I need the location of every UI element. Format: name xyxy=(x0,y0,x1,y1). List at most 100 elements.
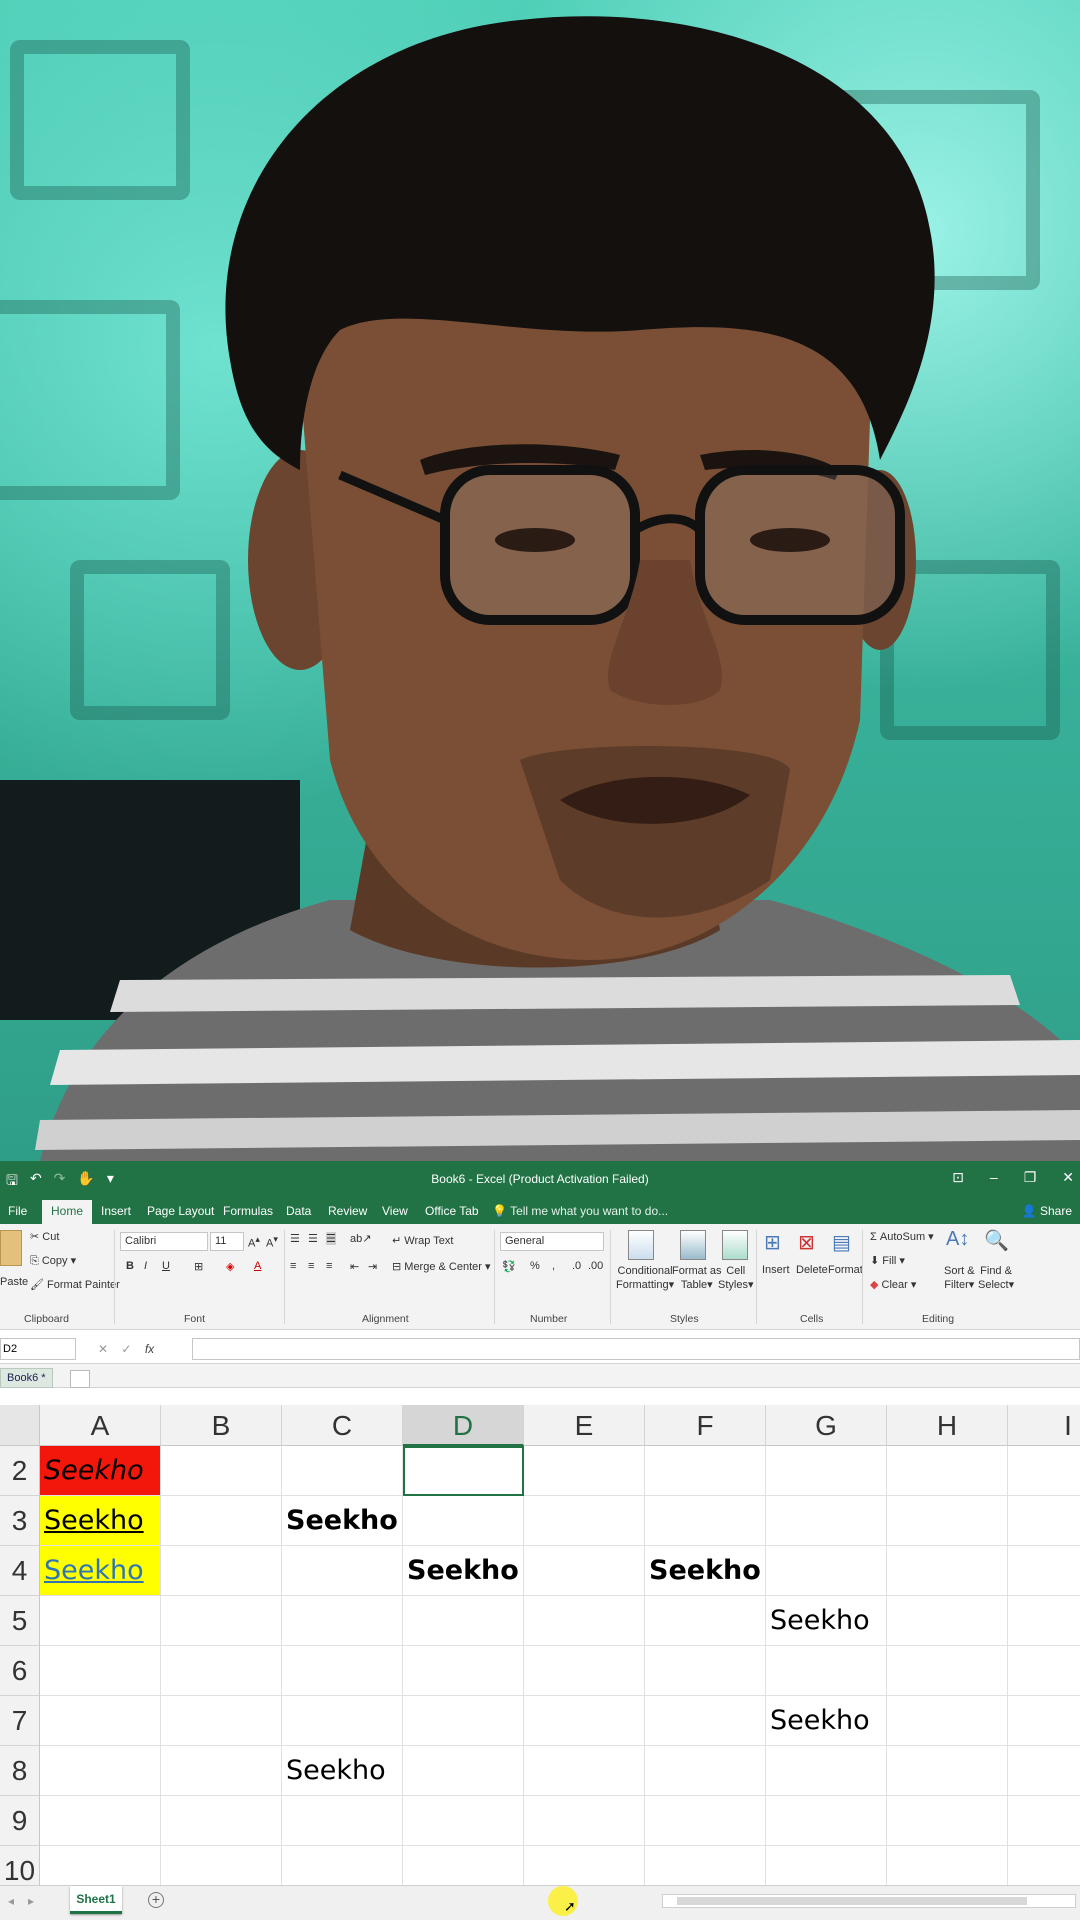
align-top-icon[interactable]: ☰ xyxy=(290,1232,300,1245)
cell-c4[interactable] xyxy=(282,1546,403,1596)
insert-cells-button[interactable]: Insert xyxy=(762,1264,790,1276)
add-sheet-button[interactable]: + xyxy=(148,1892,164,1908)
cell-f3[interactable] xyxy=(645,1496,766,1546)
conditional-formatting-icon[interactable] xyxy=(628,1230,654,1260)
tab-formulas[interactable]: Formulas xyxy=(223,1204,273,1218)
decrease-indent-icon[interactable]: ⇤ xyxy=(350,1260,359,1273)
column-header-f[interactable]: F xyxy=(645,1405,766,1446)
align-left-icon[interactable]: ≡ xyxy=(290,1260,296,1272)
cell-b3[interactable] xyxy=(161,1496,282,1546)
cell-b8[interactable] xyxy=(161,1746,282,1796)
format-as-table-button[interactable]: Format as Table▾ xyxy=(672,1264,722,1292)
cell-g2[interactable] xyxy=(766,1446,887,1496)
cell-g10[interactable] xyxy=(766,1846,887,1885)
cell-g9[interactable] xyxy=(766,1796,887,1846)
cell-g4[interactable] xyxy=(766,1546,887,1596)
cell-e4[interactable] xyxy=(524,1546,645,1596)
cell-e8[interactable] xyxy=(524,1746,645,1796)
restore-icon[interactable]: ❐ xyxy=(1024,1169,1037,1186)
cell-d8[interactable] xyxy=(403,1746,524,1796)
cell-b5[interactable] xyxy=(161,1596,282,1646)
format-as-table-icon[interactable] xyxy=(680,1230,706,1260)
format-cells-icon[interactable]: ▤ xyxy=(832,1230,851,1255)
column-header-a[interactable]: A xyxy=(40,1405,161,1446)
row-header-10[interactable]: 10 xyxy=(0,1846,40,1885)
cell-c6[interactable] xyxy=(282,1646,403,1696)
format-cells-button[interactable]: Format xyxy=(828,1264,863,1276)
column-header-b[interactable]: B xyxy=(161,1405,282,1446)
cell-e5[interactable] xyxy=(524,1596,645,1646)
cell-b10[interactable] xyxy=(161,1846,282,1885)
decrease-decimal-icon[interactable]: .00 xyxy=(588,1260,603,1272)
cell-i8[interactable] xyxy=(1008,1746,1080,1796)
cell-f6[interactable] xyxy=(645,1646,766,1696)
cell-h7[interactable] xyxy=(887,1696,1008,1746)
cell-c3[interactable]: Seekho xyxy=(282,1496,403,1546)
cell-h6[interactable] xyxy=(887,1646,1008,1696)
cell-a4[interactable]: Seekho xyxy=(40,1546,161,1596)
font-name-select[interactable]: Calibri xyxy=(120,1232,208,1251)
tab-data[interactable]: Data xyxy=(286,1204,311,1218)
cell-g6[interactable] xyxy=(766,1646,887,1696)
cell-d4[interactable]: Seekho xyxy=(403,1546,524,1596)
tab-view[interactable]: View xyxy=(382,1204,408,1218)
orientation-icon[interactable]: ab↗ xyxy=(350,1232,371,1245)
cell-d10[interactable] xyxy=(403,1846,524,1885)
cell-f9[interactable] xyxy=(645,1796,766,1846)
delete-cells-button[interactable]: Delete xyxy=(796,1264,828,1276)
tab-page-layout[interactable]: Page Layout xyxy=(147,1204,214,1218)
cell-h9[interactable] xyxy=(887,1796,1008,1846)
cell-f4[interactable]: Seekho xyxy=(645,1546,766,1596)
cell-d5[interactable] xyxy=(403,1596,524,1646)
conditional-formatting-button[interactable]: Conditional Formatting▾ xyxy=(616,1264,674,1292)
enter-formula-icon[interactable]: ✓ xyxy=(121,1342,131,1356)
sort-filter-button[interactable]: Sort & Filter▾ xyxy=(944,1264,975,1292)
cell-e3[interactable] xyxy=(524,1496,645,1546)
cell-c8[interactable]: Seekho xyxy=(282,1746,403,1796)
cell-i6[interactable] xyxy=(1008,1646,1080,1696)
align-bottom-icon[interactable]: ☰ xyxy=(326,1232,336,1245)
format-painter-button[interactable]: 🖌 Format Painter xyxy=(30,1278,120,1291)
find-select-button[interactable]: Find & Select▾ xyxy=(978,1264,1014,1292)
paste-button[interactable]: Paste xyxy=(0,1276,28,1288)
cell-f5[interactable] xyxy=(645,1596,766,1646)
fill-color-icon[interactable]: ◈ xyxy=(226,1260,234,1273)
underline-button[interactable]: U xyxy=(162,1260,170,1272)
name-box[interactable]: D2 xyxy=(0,1338,76,1360)
new-workbook-tab[interactable] xyxy=(70,1370,90,1388)
tab-file[interactable]: File xyxy=(8,1204,27,1218)
row-header-5[interactable]: 5 xyxy=(0,1596,40,1646)
column-header-h[interactable]: H xyxy=(887,1405,1008,1446)
delete-cells-icon[interactable]: ⊠ xyxy=(798,1230,815,1255)
row-header-2[interactable]: 2 xyxy=(0,1446,40,1496)
wrap-text-button[interactable]: ↵ Wrap Text xyxy=(392,1234,453,1247)
cell-a9[interactable] xyxy=(40,1796,161,1846)
autosum-button[interactable]: Σ AutoSum ▾ xyxy=(870,1230,934,1243)
sheet-scroll-left-icon[interactable]: ◂ xyxy=(8,1894,14,1908)
borders-icon[interactable]: ⊞ xyxy=(194,1260,203,1273)
share-button[interactable]: 👤 Share xyxy=(1022,1204,1072,1218)
merge-center-button[interactable]: ⊟ Merge & Center ▾ xyxy=(392,1260,491,1273)
sort-filter-icon[interactable]: A↕ xyxy=(946,1228,969,1251)
row-header-9[interactable]: 9 xyxy=(0,1796,40,1846)
horizontal-scrollbar[interactable] xyxy=(662,1894,1076,1908)
tab-home[interactable]: Home xyxy=(42,1200,93,1224)
fill-button[interactable]: ⬇ Fill ▾ xyxy=(870,1254,905,1267)
align-center-icon[interactable]: ≡ xyxy=(308,1260,314,1272)
sheet-tab-sheet1[interactable]: Sheet1 xyxy=(70,1886,122,1914)
insert-function-icon[interactable]: fx xyxy=(145,1342,154,1356)
cell-e9[interactable] xyxy=(524,1796,645,1846)
cell-d7[interactable] xyxy=(403,1696,524,1746)
tab-office-tab[interactable]: Office Tab xyxy=(425,1204,479,1218)
cell-g3[interactable] xyxy=(766,1496,887,1546)
row-header-7[interactable]: 7 xyxy=(0,1696,40,1746)
cell-d9[interactable] xyxy=(403,1796,524,1846)
cell-b2[interactable] xyxy=(161,1446,282,1496)
cell-a6[interactable] xyxy=(40,1646,161,1696)
cell-h2[interactable] xyxy=(887,1446,1008,1496)
italic-button[interactable]: I xyxy=(144,1260,147,1272)
cell-c9[interactable] xyxy=(282,1796,403,1846)
paste-icon[interactable] xyxy=(0,1230,22,1266)
currency-icon[interactable]: 💱 xyxy=(502,1260,516,1273)
cell-b9[interactable] xyxy=(161,1796,282,1846)
